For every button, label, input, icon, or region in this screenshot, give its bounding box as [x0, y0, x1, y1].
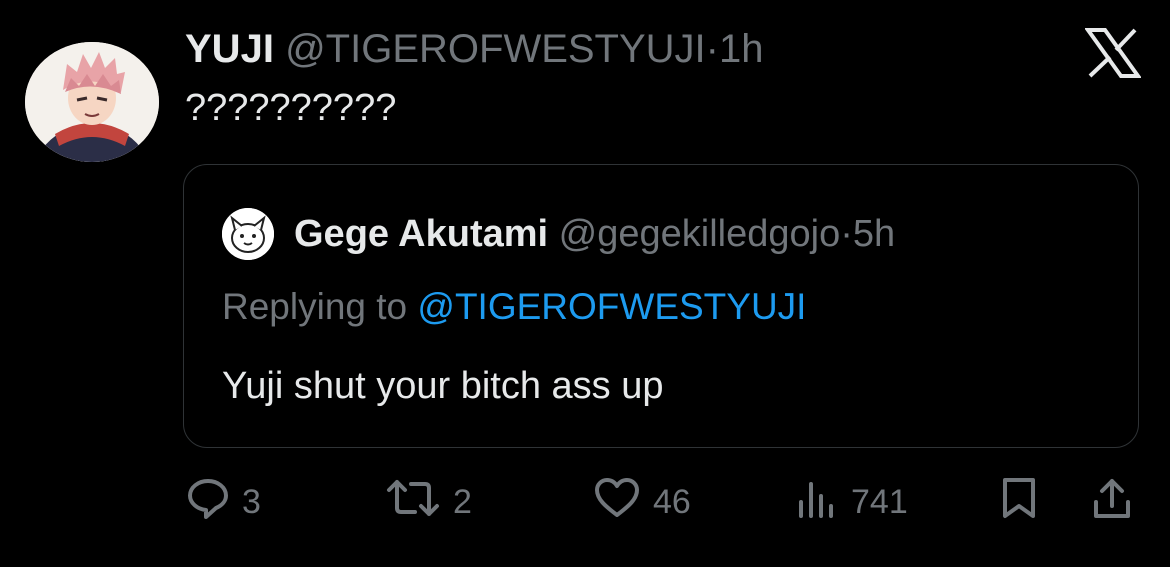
views-button[interactable]: 741 — [795, 470, 908, 534]
bookmark-icon — [997, 476, 1041, 529]
author-name[interactable]: YUJI — [185, 27, 274, 71]
views-icon — [795, 476, 839, 529]
tweet-action-bar: 3 2 46 741 — [0, 470, 1170, 534]
like-button[interactable]: 46 — [593, 470, 691, 534]
replying-to: Replying to @TIGEROFWESTYUJI — [222, 285, 806, 329]
reply-icon — [186, 476, 230, 529]
share-icon — [1090, 476, 1134, 529]
views-count: 741 — [851, 482, 908, 521]
replying-to-mention[interactable]: @TIGEROFWESTYUJI — [417, 286, 806, 327]
header-separator: · — [705, 27, 719, 71]
reply-button[interactable]: 3 — [186, 470, 261, 534]
author-handle[interactable]: @TIGEROFWESTYUJI — [285, 27, 706, 71]
like-icon — [593, 476, 641, 529]
x-logo-icon — [1084, 28, 1142, 78]
repost-icon — [385, 476, 441, 529]
quoted-tweet-card[interactable]: Gege Akutami @gegekilledgojo·5h Replying… — [183, 164, 1139, 448]
share-button[interactable] — [1090, 470, 1134, 534]
quoted-header-separator: · — [840, 213, 853, 255]
quoted-author-name[interactable]: Gege Akutami — [294, 213, 548, 255]
repost-count: 2 — [453, 482, 472, 521]
bookmark-button[interactable] — [997, 470, 1041, 534]
quoted-author-avatar[interactable] — [222, 208, 274, 260]
quoted-author-handle[interactable]: @gegekilledgojo — [559, 213, 841, 255]
replying-to-label: Replying to — [222, 286, 408, 327]
reply-count: 3 — [242, 482, 261, 521]
tweet-timestamp[interactable]: 1h — [719, 27, 764, 71]
tweet-header: YUJI @TIGEROFWESTYUJI·1h — [185, 25, 764, 73]
tweet-text: ?????????? — [185, 87, 397, 129]
like-count: 46 — [653, 482, 691, 521]
repost-button[interactable]: 2 — [385, 470, 472, 534]
quoted-tweet-header: Gege Akutami @gegekilledgojo·5h — [294, 211, 895, 257]
author-avatar[interactable] — [25, 42, 159, 162]
quoted-tweet-timestamp[interactable]: 5h — [853, 213, 895, 255]
quoted-tweet-text: Yuji shut your bitch ass up — [222, 365, 664, 407]
